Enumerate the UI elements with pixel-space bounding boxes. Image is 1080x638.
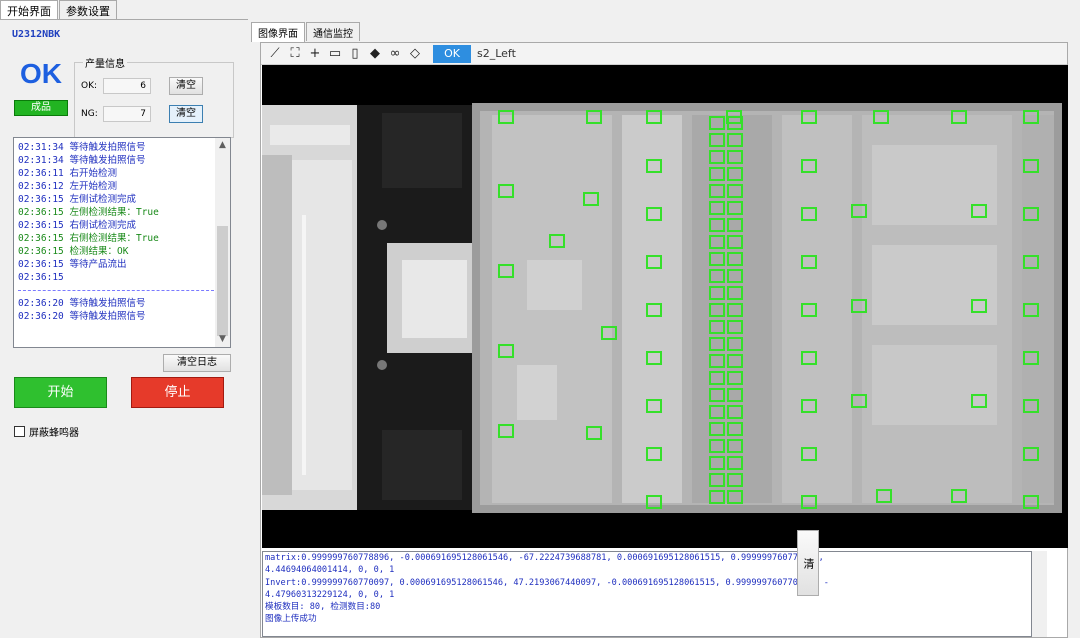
tag-icon[interactable]: ◇: [405, 45, 425, 63]
clear-ok-button[interactable]: 清空: [169, 77, 203, 95]
tab-image-view[interactable]: 图像界面: [251, 22, 305, 42]
ng-count-row: NG: 7 清空: [81, 105, 203, 123]
tab-settings[interactable]: 参数设置: [59, 0, 117, 19]
log-line: 02:36:12 左开始检测: [18, 181, 117, 192]
clear-ng-button[interactable]: 清空: [169, 105, 203, 123]
chevron-down-icon[interactable]: ▼: [215, 332, 230, 347]
camera-image-viewer[interactable]: [262, 65, 1068, 548]
log-line: 02:31:34 等待触发拍照信号: [18, 142, 146, 153]
ok-count-row: OK: 6 清空: [81, 77, 203, 95]
mute-buzzer-checkbox[interactable]: [14, 426, 25, 437]
link-icon[interactable]: ∞: [385, 45, 405, 63]
camera-name: s2_Left: [477, 47, 516, 60]
fit-icon[interactable]: ⛶: [285, 45, 305, 63]
ok-count-value: 6: [103, 78, 151, 94]
crosshair-icon[interactable]: +: [305, 45, 325, 63]
ok-count-label: OK:: [81, 81, 98, 91]
scroll-thumb[interactable]: [217, 226, 228, 336]
image-toolbar: ⟋ ⛶ + ▭ ▯ ◆ ∞ ◇ OK s2_Left: [261, 43, 1067, 65]
log-line: 02:36:20 等待触发拍照信号: [18, 311, 146, 322]
output-line: matrix:0.999999760778896, -0.00069169512…: [265, 553, 824, 563]
save-image-icon[interactable]: ▭: [325, 45, 345, 63]
result-chip: OK: [433, 44, 471, 63]
output-line: Invert:0.999999760770097, 0.000691695128…: [265, 577, 829, 588]
log-line: 02:31:34 等待触发拍照信号: [18, 155, 146, 166]
log-line: 02:36:11 右开始检测: [18, 168, 117, 179]
tab-start[interactable]: 开始界面: [0, 0, 58, 20]
output-log[interactable]: matrix:0.999999760778896, -0.00069169512…: [262, 551, 1032, 637]
log-separator: [18, 284, 214, 297]
log-scrollbar[interactable]: ▲ ▼: [215, 138, 230, 347]
inspection-image: [262, 65, 1068, 548]
result-status-text: OK: [20, 58, 62, 89]
log-lines: 02:31:34 等待触发拍照信号 02:31:34 等待触发拍照信号 02:36:…: [18, 141, 214, 323]
right-panel: 图像界面 通信监控 ⟋ ⛶ + ▭ ▯ ◆ ∞ ◇ OK s2_Left mat…: [248, 22, 1080, 638]
ng-count-label: NG:: [81, 109, 98, 119]
log-line: 02:36:15 等待产品流出: [18, 259, 127, 270]
main-tabs: 开始界面 参数设置: [0, 0, 118, 20]
count-legend: 产量信息: [83, 55, 127, 70]
log-line: 02:36:15 右侧试检测完成: [18, 220, 136, 231]
side-clear-button[interactable]: 清: [797, 530, 819, 596]
tab-comm-monitor[interactable]: 通信监控: [306, 22, 360, 41]
ng-count-value: 7: [103, 106, 151, 122]
log-list[interactable]: 02:31:34 等待触发拍照信号 02:31:34 等待触发拍照信号 02:36:…: [13, 137, 231, 348]
view-tabs: 图像界面 通信监控: [251, 22, 361, 42]
clear-log-button[interactable]: 清空日志: [163, 354, 231, 372]
trash-icon[interactable]: ▯: [345, 45, 365, 63]
log-line: 02:36:15 右侧检测结果：True: [18, 233, 159, 244]
eraser-icon[interactable]: ◆: [365, 45, 385, 63]
line-tool-icon[interactable]: ⟋: [265, 45, 285, 63]
log-line: 02:36:15: [18, 272, 64, 283]
mute-buzzer-label: 屏蔽蜂鸣器: [29, 428, 79, 439]
output-scrollbar[interactable]: [1032, 551, 1047, 637]
output-line: 图像上传成功: [265, 614, 317, 625]
result-badge: 成品: [14, 100, 68, 116]
output-line: 模板数目: 80, 检测数目:80: [265, 602, 381, 613]
device-id: U2312NBK: [12, 29, 61, 40]
log-line: 02:36:15 左侧试检测完成: [18, 194, 136, 205]
chevron-up-icon[interactable]: ▲: [215, 138, 230, 153]
output-line: 4.47960313229124, 0, 0, 1: [265, 589, 395, 600]
mute-buzzer-option[interactable]: 屏蔽蜂鸣器: [14, 424, 79, 439]
production-counts: 产量信息 OK: 6 清空 NG: 7 清空: [74, 55, 234, 138]
log-line: 02:36:15 检测结果：OK: [18, 246, 129, 257]
output-line: 4.44694064001414, 0, 0, 1: [265, 565, 395, 576]
log-line: 02:36:15 左侧检测结果：True: [18, 207, 159, 218]
start-button[interactable]: 开始: [14, 377, 107, 408]
log-line: 02:36:20 等待触发拍照信号: [18, 298, 146, 309]
image-frame: ⟋ ⛶ + ▭ ▯ ◆ ∞ ◇ OK s2_Left matrix:0.9999…: [260, 42, 1068, 638]
left-control-panel: U2312NBK OK 成品 产量信息 OK: 6 清空 NG: 7 清空 02…: [0, 19, 248, 638]
stop-button[interactable]: 停止: [131, 377, 224, 408]
output-lines: matrix:0.999999760778896, -0.00069169512…: [263, 552, 1031, 626]
